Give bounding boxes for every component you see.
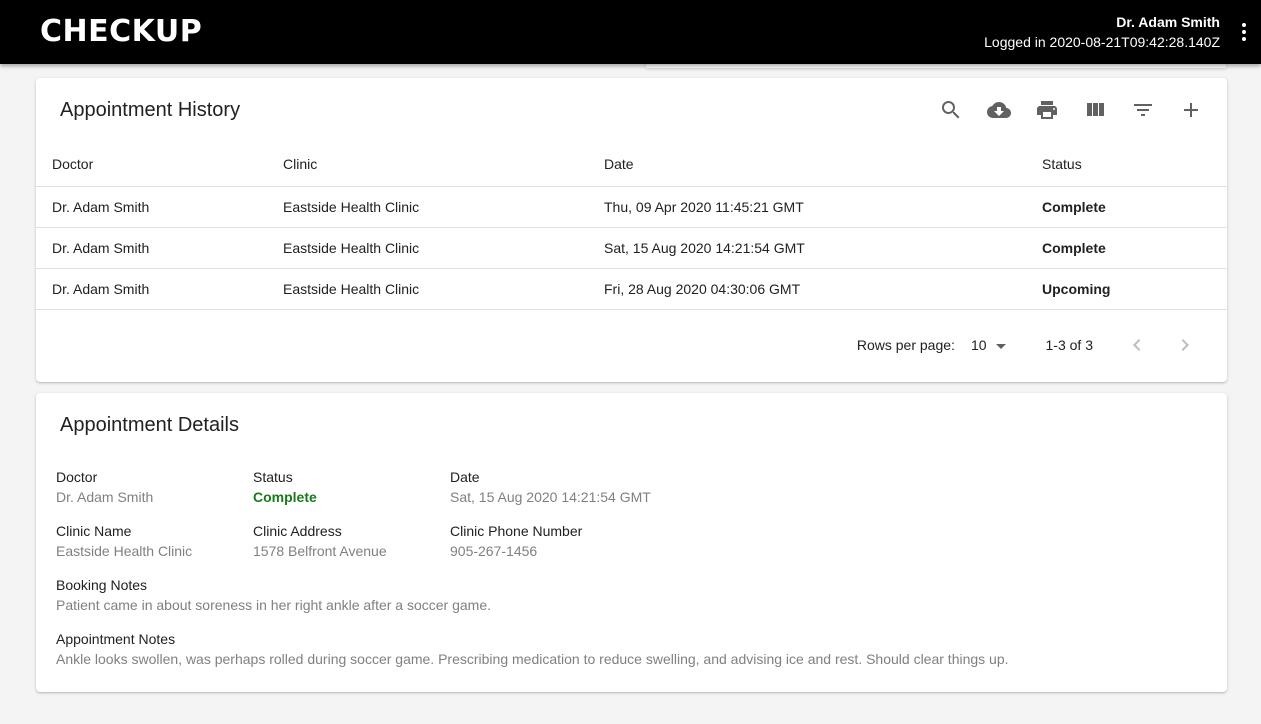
column-header-doctor[interactable]: Doctor [36,142,283,187]
clinic-name-label: Clinic Name [56,523,132,539]
cell-status: Complete [1042,186,1227,228]
appointment-details-body: Doctor Dr. Adam Smith Status Complete Da… [56,467,1206,683]
status-label: Status [253,469,293,485]
cell-clinic: Eastside Health Clinic [283,268,604,310]
clinic-phone-field: Clinic Phone Number 905-267-1456 [450,521,750,561]
rows-per-page-select[interactable]: 10 [971,337,1006,353]
clinic-phone-label: Clinic Phone Number [450,523,583,539]
clinic-address-label: Clinic Address [253,523,342,539]
cell-clinic: Eastside Health Clinic [283,186,604,228]
chevron-left-icon [1133,339,1141,351]
appointment-history-card: Appointment History Doctor Clinic Date S… [36,78,1227,382]
date-field: Date Sat, 15 Aug 2020 14:21:54 GMT [450,467,750,507]
appointment-history-title: Appointment History [60,99,241,121]
clinic-address-value: 1578 Belfront Avenue [253,543,387,559]
table-header-row: Doctor Clinic Date Status [36,142,1227,187]
table-row[interactable]: Dr. Adam Smith Eastside Health Clinic Fr… [36,268,1227,310]
user-name: Dr. Adam Smith [1116,14,1220,30]
cell-date: Thu, 09 Apr 2020 11:45:21 GMT [604,186,1042,228]
download-icon[interactable] [987,94,1011,126]
doctor-value: Dr. Adam Smith [56,489,154,505]
cell-doctor: Dr. Adam Smith [36,268,283,310]
column-header-status[interactable]: Status [1042,142,1227,187]
cell-clinic: Eastside Health Clinic [283,227,604,269]
user-info: Dr. Adam Smith Logged in 2020-08-21T09:4… [984,13,1220,51]
app-header: CHECKUP Dr. Adam Smith Logged in 2020-08… [0,0,1261,64]
booking-notes-value: Patient came in about soreness in her ri… [56,597,492,613]
filter-icon[interactable] [1131,94,1155,126]
print-icon[interactable] [1035,94,1059,126]
doctor-label: Doctor [56,469,98,485]
chevron-right-icon [1181,339,1189,351]
cell-doctor: Dr. Adam Smith [36,227,283,269]
table-row[interactable]: Dr. Adam Smith Eastside Health Clinic Th… [36,186,1227,228]
cell-date: Fri, 28 Aug 2020 04:30:06 GMT [604,268,1042,310]
add-icon[interactable] [1179,94,1203,126]
cell-status: Upcoming [1042,268,1227,310]
arrow-drop-down-icon [995,343,1006,349]
search-icon[interactable] [939,94,963,126]
table-row[interactable]: Dr. Adam Smith Eastside Health Clinic Sa… [36,227,1227,269]
clinic-address-field: Clinic Address 1578 Belfront Avenue [253,521,450,561]
column-header-clinic[interactable]: Clinic [283,142,604,187]
column-header-date[interactable]: Date [604,142,1042,187]
details-row-clinic: Clinic Name Eastside Health Clinic Clini… [56,521,1206,561]
date-value: Sat, 15 Aug 2020 14:21:54 GMT [450,489,651,505]
clinic-phone-value: 905-267-1456 [450,543,538,559]
appointment-notes-value: Ankle looks swollen, was perhaps rolled … [56,651,1009,667]
appointment-details-title: Appointment Details [60,414,239,436]
more-vert-icon[interactable] [1237,20,1251,44]
booking-notes: Booking Notes Patient came in about sore… [56,575,1206,615]
appointment-notes-label: Appointment Notes [56,631,176,647]
brand-logo[interactable]: CHECKUP [40,14,202,49]
date-label: Date [450,469,480,485]
appointment-notes: Appointment Notes Ankle looks swollen, w… [56,629,1206,669]
view-columns-icon[interactable] [1083,94,1107,126]
appointment-details-card: Appointment Details Doctor Dr. Adam Smit… [36,393,1227,692]
previous-page-button[interactable] [1125,333,1149,357]
clinic-name-value: Eastside Health Clinic [56,543,193,559]
rows-per-page-label: Rows per page: [856,337,955,353]
rows-per-page-value: 10 [970,337,987,353]
next-page-button[interactable] [1173,333,1197,357]
cell-status: Complete [1042,227,1227,269]
clinic-name-field: Clinic Name Eastside Health Clinic [56,521,253,561]
doctor-field: Doctor Dr. Adam Smith [56,467,253,507]
table-pagination: Rows per page: 10 1-3 of 3 [727,310,1227,380]
login-timestamp: Logged in 2020-08-21T09:42:28.140Z [984,34,1220,50]
status-value: Complete [253,489,317,505]
appointment-history-table: Doctor Clinic Date Status Dr. Adam Smith… [36,142,1227,310]
pagination-range: 1-3 of 3 [1045,337,1093,353]
booking-notes-label: Booking Notes [56,577,148,593]
cell-date: Sat, 15 Aug 2020 14:21:54 GMT [604,227,1042,269]
cell-doctor: Dr. Adam Smith [36,186,283,228]
details-row-primary: Doctor Dr. Adam Smith Status Complete Da… [56,467,1206,507]
status-field: Status Complete [253,467,450,507]
table-toolbar [939,94,1203,126]
